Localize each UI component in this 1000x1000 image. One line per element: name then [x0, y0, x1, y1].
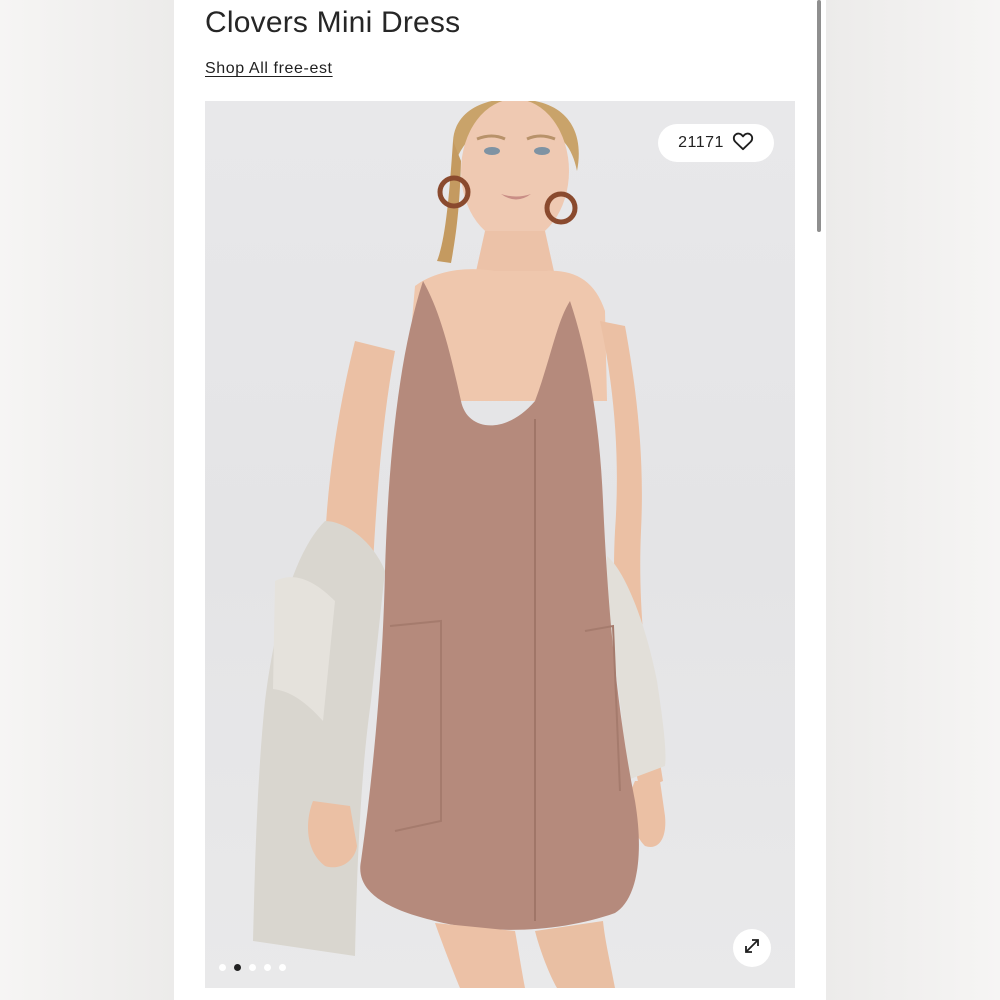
- gallery-dot[interactable]: [249, 963, 256, 971]
- model-illustration: [253, 101, 666, 988]
- expand-image-button[interactable]: [733, 929, 771, 967]
- gallery-dot[interactable]: [279, 963, 286, 971]
- gallery-dot[interactable]: [264, 963, 271, 971]
- heart-outline-icon: [732, 131, 754, 156]
- background-right: [826, 0, 1000, 1000]
- gallery-dot-active[interactable]: [234, 963, 241, 971]
- like-button[interactable]: 21171: [658, 124, 774, 162]
- gallery-dot[interactable]: [219, 963, 226, 971]
- background-left: [0, 0, 174, 1000]
- like-count: 21171: [678, 134, 724, 151]
- scrollbar-thumb[interactable]: [817, 0, 821, 232]
- product-photo[interactable]: [205, 101, 795, 988]
- gallery-pagination: [219, 963, 286, 971]
- product-title: Clovers Mini Dress: [205, 6, 461, 39]
- expand-arrows-icon: [742, 936, 762, 961]
- scrollbar[interactable]: [817, 0, 823, 1000]
- shop-all-link[interactable]: Shop All free-est: [205, 60, 333, 78]
